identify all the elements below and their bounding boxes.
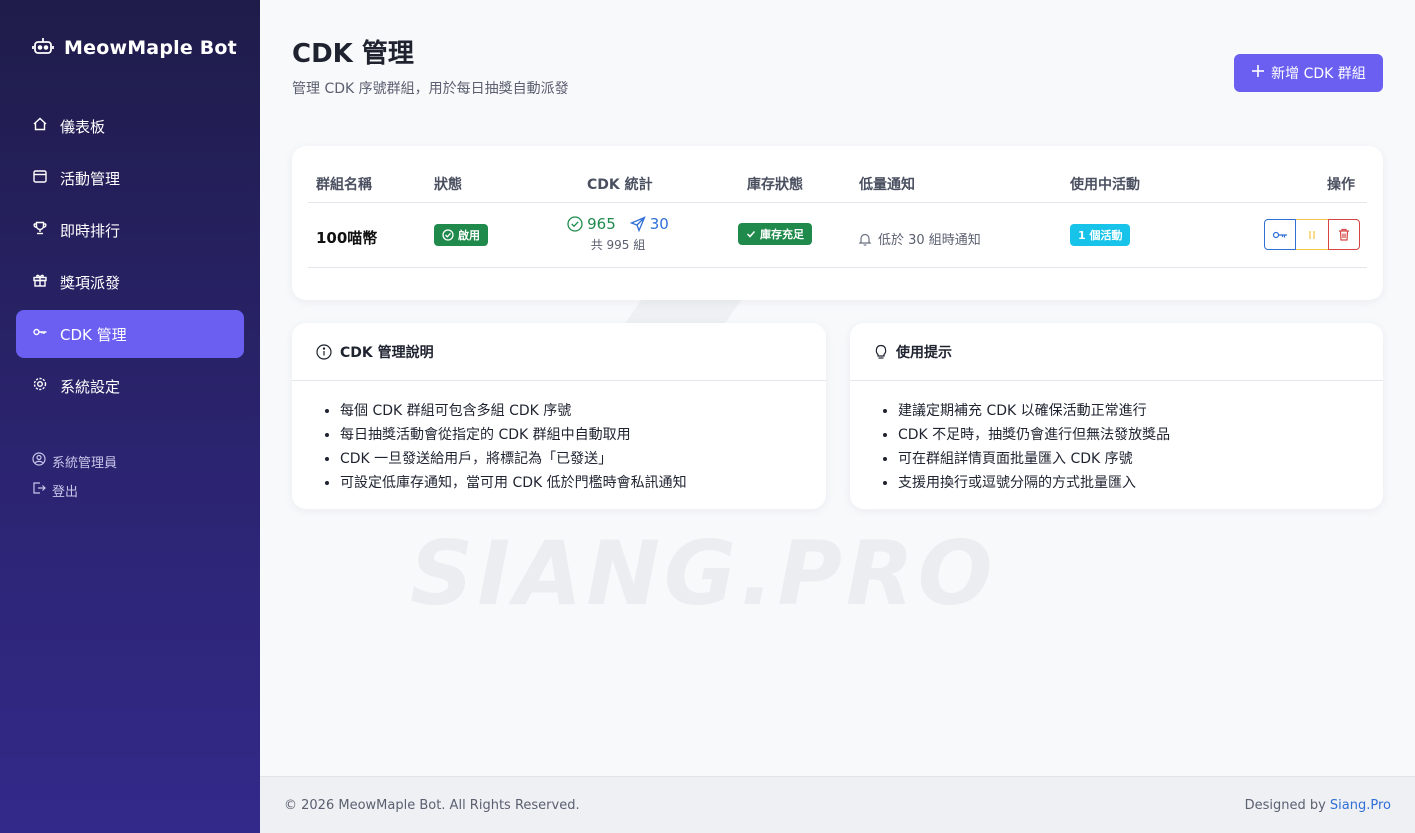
key-icon (1272, 231, 1287, 238)
check-circle-icon (567, 216, 583, 232)
plus-icon (1251, 64, 1265, 82)
trophy-icon (32, 220, 48, 240)
cdk-group-table: 群組名稱 狀態 CDK 統計 庫存狀態 低量通知 使用中活動 操作 100喵幣 … (292, 146, 1383, 300)
user-profile[interactable]: 系統管理員 (32, 451, 117, 471)
sidebar-item-settings[interactable]: 系統設定 (16, 362, 244, 410)
available-count: 965 (567, 215, 616, 233)
page-subtitle: 管理 CDK 序號群組，用於每日抽獎自動派發 (292, 81, 569, 97)
status-text: 啟用 (458, 229, 480, 242)
stock-text: 庫存充足 (760, 228, 804, 241)
key-icon (32, 324, 48, 344)
list-item: 可設定低庫存通知，當可用 CDK 低於門檻時會私訊通知 (340, 471, 826, 495)
add-button-label: 新增 CDK 群組 (1271, 66, 1366, 82)
stock-badge: 庫存充足 (738, 223, 812, 245)
trash-icon (1339, 228, 1349, 241)
list-item: 每日抽獎活動會從指定的 CDK 群組中自動取用 (340, 423, 826, 447)
manage-keys-button[interactable] (1264, 219, 1296, 250)
user-circle-icon (32, 452, 46, 470)
column-header: 庫存狀態 (747, 177, 803, 193)
logout-label: 登出 (52, 484, 79, 500)
footer: © 2026 MeowMaple Bot. All Rights Reserve… (260, 776, 1415, 833)
table-row[interactable]: 100喵幣 啟用 965 30 共 995 組 庫存充足 低於 30 組時通知 … (308, 203, 1367, 268)
sidebar-nav: 儀表板 活動管理 即時排行 獎項派發 CDK 管理 系統設定 (16, 102, 244, 414)
sidebar: MeowMaple Bot 儀表板 活動管理 即時排行 獎項派發 CDK 管理 … (0, 0, 260, 833)
tips-card-header: 使用提示 (850, 323, 1383, 381)
check-icon (746, 230, 756, 238)
list-item: 可在群組詳情頁面批量匯入 CDK 序號 (898, 447, 1383, 471)
gear-icon (32, 376, 48, 396)
active-events-badge[interactable]: 1 個活動 (1070, 224, 1131, 246)
watermark-text: SIANG.PRO (410, 522, 997, 625)
tips-card: 使用提示 建議定期補充 CDK 以確保活動正常進行 CDK 不足時，抽獎仍會進行… (850, 323, 1383, 509)
info-card-header: CDK 管理說明 (292, 323, 826, 381)
info-card-title: CDK 管理說明 (340, 344, 434, 361)
sidebar-item-label: 獎項派發 (60, 273, 121, 292)
total-count: 共 995 組 (590, 238, 646, 252)
sent-count: 30 (629, 215, 669, 233)
check-circle-icon (442, 229, 454, 241)
sidebar-item-events[interactable]: 活動管理 (16, 154, 244, 202)
info-icon (316, 343, 332, 360)
lightbulb-icon (875, 344, 887, 359)
sidebar-item-prizes[interactable]: 獎項派發 (16, 258, 244, 306)
column-header: 狀態 (434, 177, 462, 193)
calendar-icon (32, 168, 48, 188)
brand[interactable]: MeowMaple Bot (32, 36, 237, 60)
user-name: 系統管理員 (52, 455, 118, 471)
designer-credit: Designed by Siang.Pro (1244, 797, 1391, 813)
active-events-text: 1 個活動 (1070, 224, 1131, 246)
sidebar-item-label: 即時排行 (60, 221, 121, 240)
brand-title: MeowMaple Bot (64, 37, 237, 59)
sidebar-item-label: CDK 管理 (60, 325, 127, 344)
sidebar-item-label: 活動管理 (60, 169, 121, 188)
list-item: 每個 CDK 群組可包含多組 CDK 序號 (340, 399, 826, 423)
row-actions (1264, 219, 1360, 250)
tips-list: 建議定期補充 CDK 以確保活動正常進行 CDK 不足時，抽獎仍會進行但無法發放… (850, 381, 1383, 495)
info-list: 每個 CDK 群組可包含多組 CDK 序號 每日抽獎活動會從指定的 CDK 群組… (292, 381, 826, 495)
robot-icon (32, 36, 54, 60)
user-block: 系統管理員 登出 (32, 451, 117, 509)
tips-card-title: 使用提示 (896, 344, 952, 361)
column-header: 群組名稱 (316, 177, 372, 193)
column-header: 使用中活動 (1070, 177, 1140, 193)
list-item: CDK 一旦發送給用戶，將標記為「已發送」 (340, 447, 826, 471)
list-item: 支援用換行或逗號分隔的方式批量匯入 (898, 471, 1383, 495)
gift-icon (32, 272, 48, 292)
sidebar-item-cdk[interactable]: CDK 管理 (16, 310, 244, 358)
table-header: 群組名稱 狀態 CDK 統計 庫存狀態 低量通知 使用中活動 操作 (308, 168, 1367, 203)
designer-link[interactable]: Siang.Pro (1330, 798, 1391, 813)
pause-icon (1309, 230, 1315, 239)
delete-button[interactable] (1328, 219, 1360, 250)
status-badge: 啟用 (434, 224, 488, 246)
home-icon (32, 116, 48, 136)
group-name: 100喵幣 (316, 229, 378, 247)
column-header: 操作 (1327, 177, 1355, 193)
add-cdk-group-button[interactable]: 新增 CDK 群組 (1234, 54, 1383, 92)
cdk-stats: 965 30 共 995 組 (548, 215, 688, 253)
sidebar-item-label: 系統設定 (60, 377, 121, 396)
list-item: 建議定期補充 CDK 以確保活動正常進行 (898, 399, 1383, 423)
page-title: CDK 管理 (292, 39, 414, 69)
pause-button[interactable] (1296, 219, 1328, 250)
list-item: CDK 不足時，抽獎仍會進行但無法發放獎品 (898, 423, 1383, 447)
low-stock-notice: 低於 30 組時通知 (858, 229, 981, 248)
column-header: CDK 統計 (587, 177, 653, 193)
low-notice-text: 低於 30 組時通知 (878, 233, 981, 248)
logout-icon (32, 481, 46, 499)
bell-icon (858, 233, 872, 246)
send-icon (629, 216, 646, 232)
copyright: © 2026 MeowMaple Bot. All Rights Reserve… (284, 797, 580, 813)
sidebar-item-label: 儀表板 (60, 117, 106, 136)
cdk-info-card: CDK 管理說明 每個 CDK 群組可包含多組 CDK 序號 每日抽獎活動會從指… (292, 323, 826, 509)
logout-link[interactable]: 登出 (32, 480, 117, 500)
sidebar-item-ranking[interactable]: 即時排行 (16, 206, 244, 254)
sidebar-item-dashboard[interactable]: 儀表板 (16, 102, 244, 150)
column-header: 低量通知 (859, 177, 915, 193)
